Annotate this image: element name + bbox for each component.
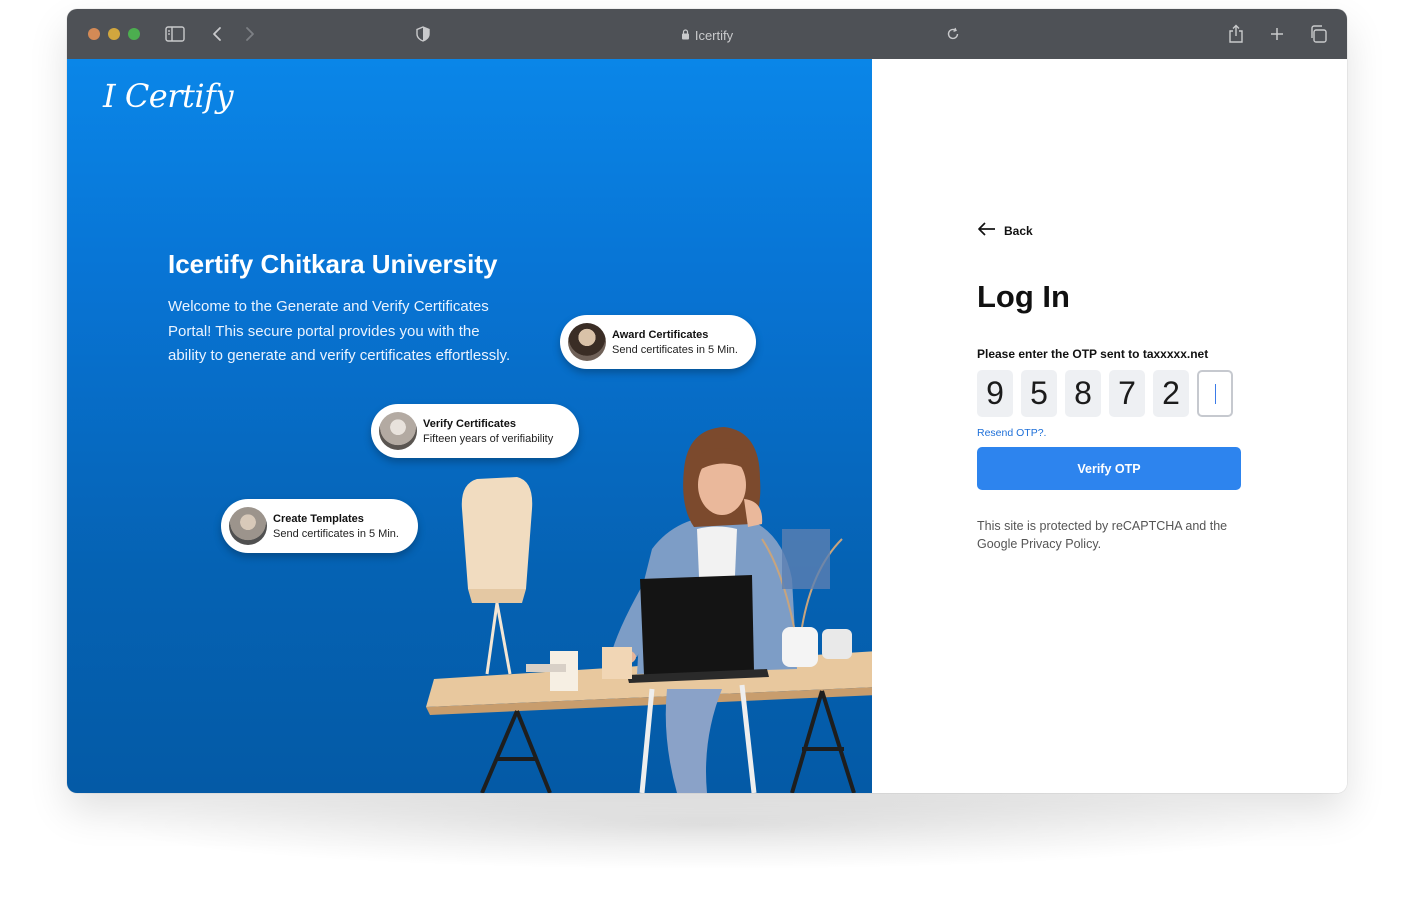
arrow-left-icon: [977, 222, 996, 239]
url-text: Icertify: [694, 27, 734, 43]
feature-card-subtitle: Send certificates in 5 Min.: [273, 527, 399, 540]
back-label: Back: [1004, 223, 1033, 238]
otp-digit-field[interactable]: 2: [1153, 370, 1189, 417]
address-bar[interactable]: Icertify: [627, 25, 787, 45]
feature-card-create: Create Templates Send certificates in 5 …: [221, 499, 418, 553]
otp-digit-field[interactable]: 7: [1109, 370, 1145, 417]
otp-digit-field[interactable]: 9: [977, 370, 1013, 417]
hero-intro-text: Welcome to the Generate and Verify Certi…: [168, 298, 511, 365]
brand-logo[interactable]: I Certify: [103, 77, 234, 115]
new-tab-plus-icon[interactable]: [1267, 24, 1287, 44]
reload-icon[interactable]: [943, 24, 963, 44]
otp-input-group: 9 5 8 7 2: [977, 370, 1233, 417]
otp-prompt: Please enter the OTP sent to taxxxxx.net: [977, 347, 1209, 361]
close-window-button[interactable]: [88, 28, 100, 40]
sidebar-icon[interactable]: [165, 24, 185, 44]
window-shadow: [100, 780, 1314, 870]
browser-toolbar: Icertify: [67, 9, 1347, 59]
feature-card-verify: Verify Certificates Fifteen years of ver…: [371, 404, 579, 458]
otp-digit-field[interactable]: 8: [1065, 370, 1101, 417]
feature-card-title: Award Certificates: [612, 328, 709, 341]
browser-window: Icertify I Certify Icertify Chitkara Uni…: [67, 9, 1347, 793]
share-icon[interactable]: [1226, 24, 1246, 44]
hero-panel: I Certify Icertify Chitkara University W…: [67, 59, 872, 793]
feature-card-title: Create Templates: [273, 512, 364, 525]
back-arrow-icon[interactable]: [207, 24, 227, 44]
minimize-window-button[interactable]: [108, 28, 120, 40]
recaptcha-notice: This site is protected by reCAPTCHA and …: [977, 519, 1228, 551]
avatar: [229, 507, 267, 545]
feature-card-award: Award Certificates Send certificates in …: [560, 315, 756, 369]
tabs-overview-icon[interactable]: [1308, 24, 1328, 44]
verify-otp-button[interactable]: Verify OTP: [977, 447, 1241, 490]
text-caret: [1214, 383, 1216, 404]
otp-digit-field-active[interactable]: [1197, 370, 1233, 417]
feature-card-title: Verify Certificates: [423, 417, 516, 430]
login-panel: Back Log In Please enter the OTP sent to…: [872, 59, 1347, 793]
avatar: [568, 323, 606, 361]
feature-card-subtitle: Send certificates in 5 Min.: [612, 343, 738, 356]
shield-icon[interactable]: [413, 24, 433, 44]
back-button[interactable]: Back: [977, 222, 1033, 239]
forward-arrow-icon[interactable]: [240, 24, 260, 44]
lock-icon: [681, 28, 690, 43]
avatar: [379, 412, 417, 450]
resend-otp-link[interactable]: Resend OTP?.: [977, 427, 1046, 439]
maximize-window-button[interactable]: [128, 28, 140, 40]
feature-card-subtitle: Fifteen years of verifiability: [423, 432, 554, 445]
page-title: Log In: [977, 279, 1070, 314]
otp-digit-field[interactable]: 5: [1021, 370, 1057, 417]
hero-headline: Icertify Chitkara University: [168, 249, 498, 279]
